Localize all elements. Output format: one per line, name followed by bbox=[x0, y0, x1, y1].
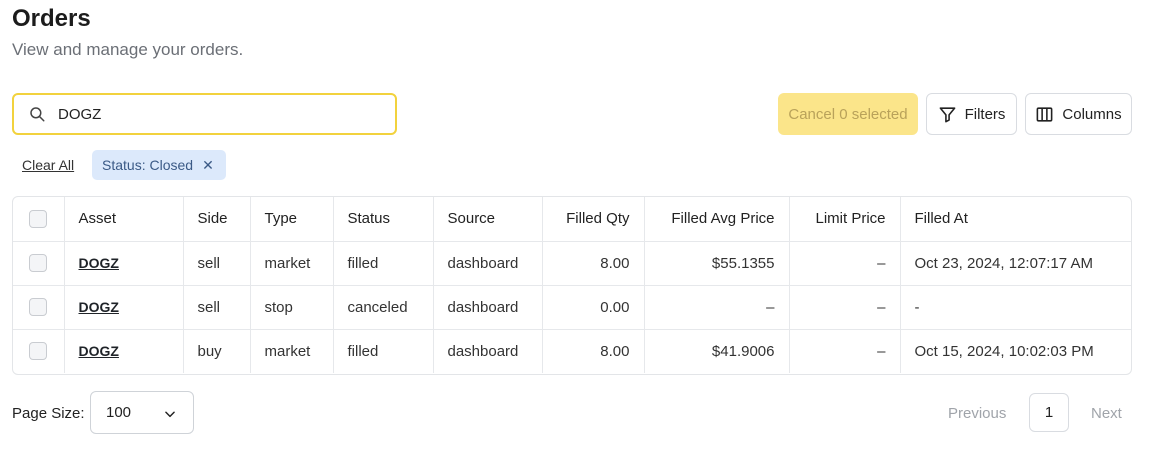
select-all-checkbox[interactable] bbox=[29, 209, 47, 228]
column-header-side[interactable]: Side bbox=[183, 197, 251, 242]
row-checkbox[interactable] bbox=[29, 342, 47, 361]
columns-icon bbox=[1036, 106, 1053, 122]
table-row: DOGZ sell stop canceled dashboard 0.00 –… bbox=[13, 285, 1131, 330]
filled-avg-price-cell: $55.1355 bbox=[644, 241, 790, 286]
page-number-button[interactable]: 1 bbox=[1029, 393, 1069, 432]
source-cell: dashboard bbox=[433, 285, 543, 330]
asset-cell: DOGZ bbox=[64, 241, 184, 286]
filters-button[interactable]: Filters bbox=[926, 93, 1017, 135]
type-cell: stop bbox=[250, 285, 334, 330]
side-cell: sell bbox=[183, 285, 251, 330]
filled-avg-price-cell: $41.9006 bbox=[644, 329, 790, 373]
column-header-type[interactable]: Type bbox=[250, 197, 334, 242]
limit-price-cell: – bbox=[789, 241, 901, 286]
chevron-down-icon bbox=[165, 411, 175, 418]
type-cell: market bbox=[250, 241, 334, 286]
page-subtitle: View and manage your orders. bbox=[12, 40, 244, 59]
limit-price-cell: – bbox=[789, 285, 901, 330]
source-cell: dashboard bbox=[433, 329, 543, 373]
side-cell: buy bbox=[183, 329, 251, 373]
columns-button[interactable]: Columns bbox=[1025, 93, 1132, 135]
close-icon[interactable]: ✕ bbox=[202, 157, 214, 174]
asset-link[interactable]: DOGZ bbox=[79, 299, 119, 315]
filter-icon bbox=[939, 106, 955, 122]
page-size-value: 100 bbox=[106, 404, 132, 421]
filled-at-cell: Oct 15, 2024, 10:02:03 PM bbox=[914, 342, 1094, 360]
filter-chip-status: Status: Closed ✕ bbox=[92, 150, 226, 180]
row-checkbox[interactable] bbox=[29, 298, 47, 316]
filter-chip-label: Status: Closed bbox=[102, 157, 194, 173]
column-header-filled-avg-price[interactable]: Filled Avg Price bbox=[644, 197, 790, 242]
cancel-selected-button[interactable]: Cancel 0 selected bbox=[778, 93, 918, 135]
search-box[interactable] bbox=[12, 93, 397, 135]
next-page-button[interactable]: Next bbox=[1091, 405, 1122, 422]
side-cell: sell bbox=[183, 241, 251, 286]
select-all-cell bbox=[13, 197, 65, 242]
filters-button-label: Filters bbox=[964, 105, 1006, 123]
asset-cell: DOGZ bbox=[64, 285, 184, 330]
asset-link[interactable]: DOGZ bbox=[79, 343, 119, 359]
filled-avg-price-cell: – bbox=[644, 285, 790, 330]
search-input[interactable] bbox=[58, 105, 378, 123]
row-checkbox[interactable] bbox=[29, 254, 47, 272]
status-cell: filled bbox=[333, 241, 434, 286]
column-header-filled-at[interactable]: Filled At bbox=[900, 197, 1131, 242]
column-header-limit-price[interactable]: Limit Price bbox=[789, 197, 901, 242]
asset-link[interactable]: DOGZ bbox=[79, 255, 119, 271]
table-row: DOGZ buy market filled dashboard 8.00 $4… bbox=[13, 329, 1131, 373]
filled-at-cell: Oct 23, 2024, 12:07:17 AM bbox=[900, 241, 1131, 286]
filled-qty-cell: 8.00 bbox=[542, 241, 645, 286]
orders-table: Asset Side Type Status Source Filled Qty… bbox=[12, 196, 1132, 375]
page-size-select[interactable]: 100 bbox=[90, 391, 194, 434]
filled-at-cell: - bbox=[900, 285, 1131, 330]
asset-cell: DOGZ bbox=[64, 329, 184, 373]
column-header-status[interactable]: Status bbox=[333, 197, 434, 242]
type-cell: market bbox=[250, 329, 334, 373]
row-select-cell bbox=[13, 241, 65, 286]
filled-qty-cell: 0.00 bbox=[542, 285, 645, 330]
column-header-filled-qty[interactable]: Filled Qty bbox=[542, 197, 645, 242]
column-header-source[interactable]: Source bbox=[433, 197, 543, 242]
clear-all-link[interactable]: Clear All bbox=[22, 157, 74, 173]
table-row: DOGZ sell market filled dashboard 8.00 $… bbox=[13, 241, 1131, 286]
page-size-label: Page Size: bbox=[12, 405, 85, 422]
column-header-asset[interactable]: Asset bbox=[64, 197, 184, 242]
status-cell: canceled bbox=[333, 285, 434, 330]
limit-price-cell: – bbox=[789, 329, 901, 373]
previous-page-button[interactable]: Previous bbox=[948, 405, 1006, 422]
page-title: Orders bbox=[12, 5, 91, 32]
filled-qty-cell: 8.00 bbox=[542, 329, 645, 373]
table-header-row: Asset Side Type Status Source Filled Qty… bbox=[13, 197, 1131, 242]
row-select-cell bbox=[13, 329, 65, 373]
status-cell: filled bbox=[333, 329, 434, 373]
source-cell: dashboard bbox=[433, 241, 543, 286]
columns-button-label: Columns bbox=[1062, 105, 1122, 123]
search-icon bbox=[30, 107, 45, 122]
row-select-cell bbox=[13, 285, 65, 330]
